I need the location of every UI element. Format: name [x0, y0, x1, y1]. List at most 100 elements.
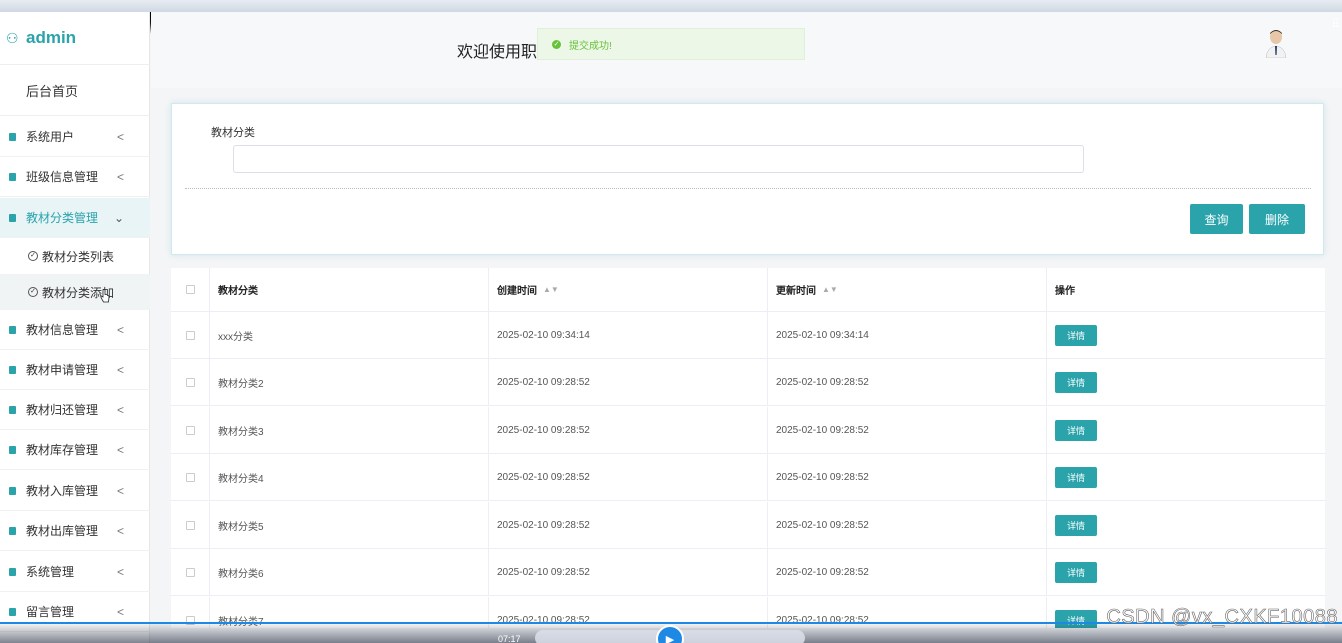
column-header-label: 更新时间	[776, 286, 816, 297]
detail-button[interactable]: 详情	[1055, 514, 1097, 536]
sort-icon[interactable]: ▲▼	[543, 286, 559, 294]
chevron-left-icon: <	[116, 169, 124, 184]
row-select-cell	[171, 407, 210, 453]
chevron-left-icon: <	[116, 523, 124, 538]
sidebar-item-system[interactable]: 系统管理 <	[0, 552, 150, 592]
detail-button[interactable]: 详情	[1055, 466, 1097, 488]
created-cell: 2025-02-10 09:28:52	[489, 549, 768, 595]
column-header-label: 创建时间	[497, 286, 537, 297]
row-select-cell	[171, 502, 210, 548]
row-checkbox[interactable]	[185, 425, 195, 435]
sidebar-item-label: 教材分类管理	[26, 211, 99, 225]
row-checkbox[interactable]	[185, 330, 195, 340]
sidebar: ⚇ admin 后台首页 系统用户 < 班级信息管理 < 教材分类管理 ⌄ ✓ …	[0, 12, 150, 643]
sidebar-item-label: 留言管理	[26, 605, 75, 619]
sidebar-item-label: 系统管理	[26, 565, 75, 579]
sidebar-item-system-users[interactable]: 系统用户 <	[0, 117, 150, 157]
document-icon	[9, 486, 16, 495]
updated-cell: 2025-02-10 09:28:52	[768, 454, 1047, 500]
row-checkbox[interactable]	[185, 520, 195, 530]
sidebar-item-apply[interactable]: 教材申请管理 <	[0, 350, 150, 390]
sidebar-item-label: 教材出库管理	[26, 524, 99, 538]
row-checkbox[interactable]	[185, 377, 195, 387]
action-cell: 详情	[1047, 359, 1325, 405]
sidebar-item-class-info[interactable]: 班级信息管理 <	[0, 157, 150, 197]
chevron-left-icon: <	[116, 564, 124, 579]
updated-cell: 2025-02-10 09:34:14	[768, 312, 1047, 358]
created-cell: 2025-02-10 09:28:52	[489, 502, 768, 548]
detail-button[interactable]: 详情	[1055, 419, 1097, 441]
updated-cell: 2025-02-10 09:28:52	[768, 549, 1047, 595]
sidebar-item-stock-in[interactable]: 教材入库管理 <	[0, 471, 150, 511]
search-panel: 教材分类 查询 删除	[171, 103, 1324, 255]
column-header-sortable[interactable]: 更新时间 ▲▼	[768, 268, 1047, 311]
chevron-left-icon: <	[116, 129, 124, 144]
chevron-left-icon: <	[116, 402, 124, 417]
table-row: xxx分类 2025-02-10 09:34:14 2025-02-10 09:…	[171, 312, 1325, 359]
detail-button[interactable]: 详情	[1055, 371, 1097, 393]
action-cell: 详情	[1047, 312, 1325, 358]
sidebar-item-label: 教材申请管理	[26, 363, 99, 377]
document-icon	[9, 607, 16, 616]
hand-cursor-icon	[100, 289, 110, 303]
watermark: CSDN @vx_CXKF10088	[1106, 606, 1338, 629]
updated-cell: 2025-02-10 09:28:52	[768, 359, 1047, 405]
search-label: 教材分类	[211, 127, 255, 139]
table-row: 教材分类4 2025-02-10 09:28:52 2025-02-10 09:…	[171, 454, 1325, 501]
check-circle-icon: ✓	[28, 287, 38, 297]
sidebar-item-stock[interactable]: 教材库存管理 <	[0, 430, 150, 470]
document-icon	[9, 132, 16, 141]
document-icon	[9, 567, 16, 576]
play-icon: ▶	[665, 633, 675, 643]
player-time: 07:17	[498, 634, 521, 643]
detail-button[interactable]: 详情	[1055, 561, 1097, 583]
desktop-taskbar-strip	[0, 0, 1342, 12]
action-cell: 详情	[1047, 549, 1325, 595]
chevron-left-icon: <	[116, 483, 124, 498]
created-cell: 2025-02-10 09:28:52	[489, 407, 768, 453]
category-table: 教材分类 创建时间 ▲▼ 更新时间 ▲▼ 操作 xxx分类 2025-02-10 0…	[171, 268, 1325, 628]
toast-message: 提交成功!	[569, 40, 612, 52]
action-cell: 详情	[1047, 502, 1325, 548]
sidebar-item-material-info[interactable]: 教材信息管理 <	[0, 310, 150, 350]
document-icon	[9, 213, 16, 222]
category-cell: 教材分类2	[210, 359, 489, 405]
delete-button[interactable]: 删除	[1249, 204, 1305, 234]
welcome-title: 欢迎使用职	[457, 44, 538, 61]
submenu-item-category-list[interactable]: ✓ 教材分类列表	[0, 238, 150, 274]
detail-button[interactable]: 详情	[1055, 324, 1097, 346]
submenu-item-label: 教材分类列表	[42, 249, 115, 264]
capture-grid-icon[interactable]: ⠿	[1331, 17, 1340, 31]
row-select-cell	[171, 454, 210, 500]
query-button[interactable]: 查询	[1190, 204, 1243, 234]
check-circle-icon: ✓	[552, 39, 561, 49]
sort-icon[interactable]: ▲▼	[822, 286, 838, 294]
category-cell: 教材分类6	[210, 549, 489, 595]
sidebar-item-label: 教材归还管理	[26, 403, 99, 417]
column-header-sortable[interactable]: 创建时间 ▲▼	[489, 268, 768, 311]
sidebar-item-return[interactable]: 教材归还管理 <	[0, 390, 150, 430]
updated-cell: 2025-02-10 09:28:52	[768, 502, 1047, 548]
row-checkbox[interactable]	[185, 472, 195, 482]
created-cell: 2025-02-10 09:34:14	[489, 312, 768, 358]
sidebar-item-label: 班级信息管理	[26, 170, 99, 184]
select-all-checkbox[interactable]	[185, 285, 195, 294]
check-circle-icon: ✓	[28, 251, 38, 261]
table-row: 教材分类5 2025-02-10 09:28:52 2025-02-10 09:…	[171, 502, 1325, 549]
document-icon	[9, 526, 16, 535]
success-toast: ✓ 提交成功!	[537, 28, 805, 60]
category-cell: 教材分类4	[210, 454, 489, 500]
row-select-cell	[171, 549, 210, 595]
sidebar-item-category[interactable]: 教材分类管理 ⌄	[0, 198, 150, 238]
document-icon	[9, 405, 16, 414]
table-row: 教材分类3 2025-02-10 09:28:52 2025-02-10 09:…	[171, 407, 1325, 454]
chevron-down-icon: ⌄	[113, 210, 124, 225]
row-checkbox[interactable]	[185, 567, 195, 577]
sidebar-item-stock-out[interactable]: 教材出库管理 <	[0, 511, 150, 551]
avatar[interactable]	[1264, 28, 1288, 58]
sidebar-item-home[interactable]: 后台首页	[0, 64, 150, 116]
created-cell: 2025-02-10 09:28:52	[489, 359, 768, 405]
table-header-row: 教材分类 创建时间 ▲▼ 更新时间 ▲▼ 操作	[171, 268, 1325, 312]
category-search-input[interactable]	[233, 145, 1084, 173]
submenu-item-category-add[interactable]: ✓ 教材分类添加	[0, 274, 150, 310]
